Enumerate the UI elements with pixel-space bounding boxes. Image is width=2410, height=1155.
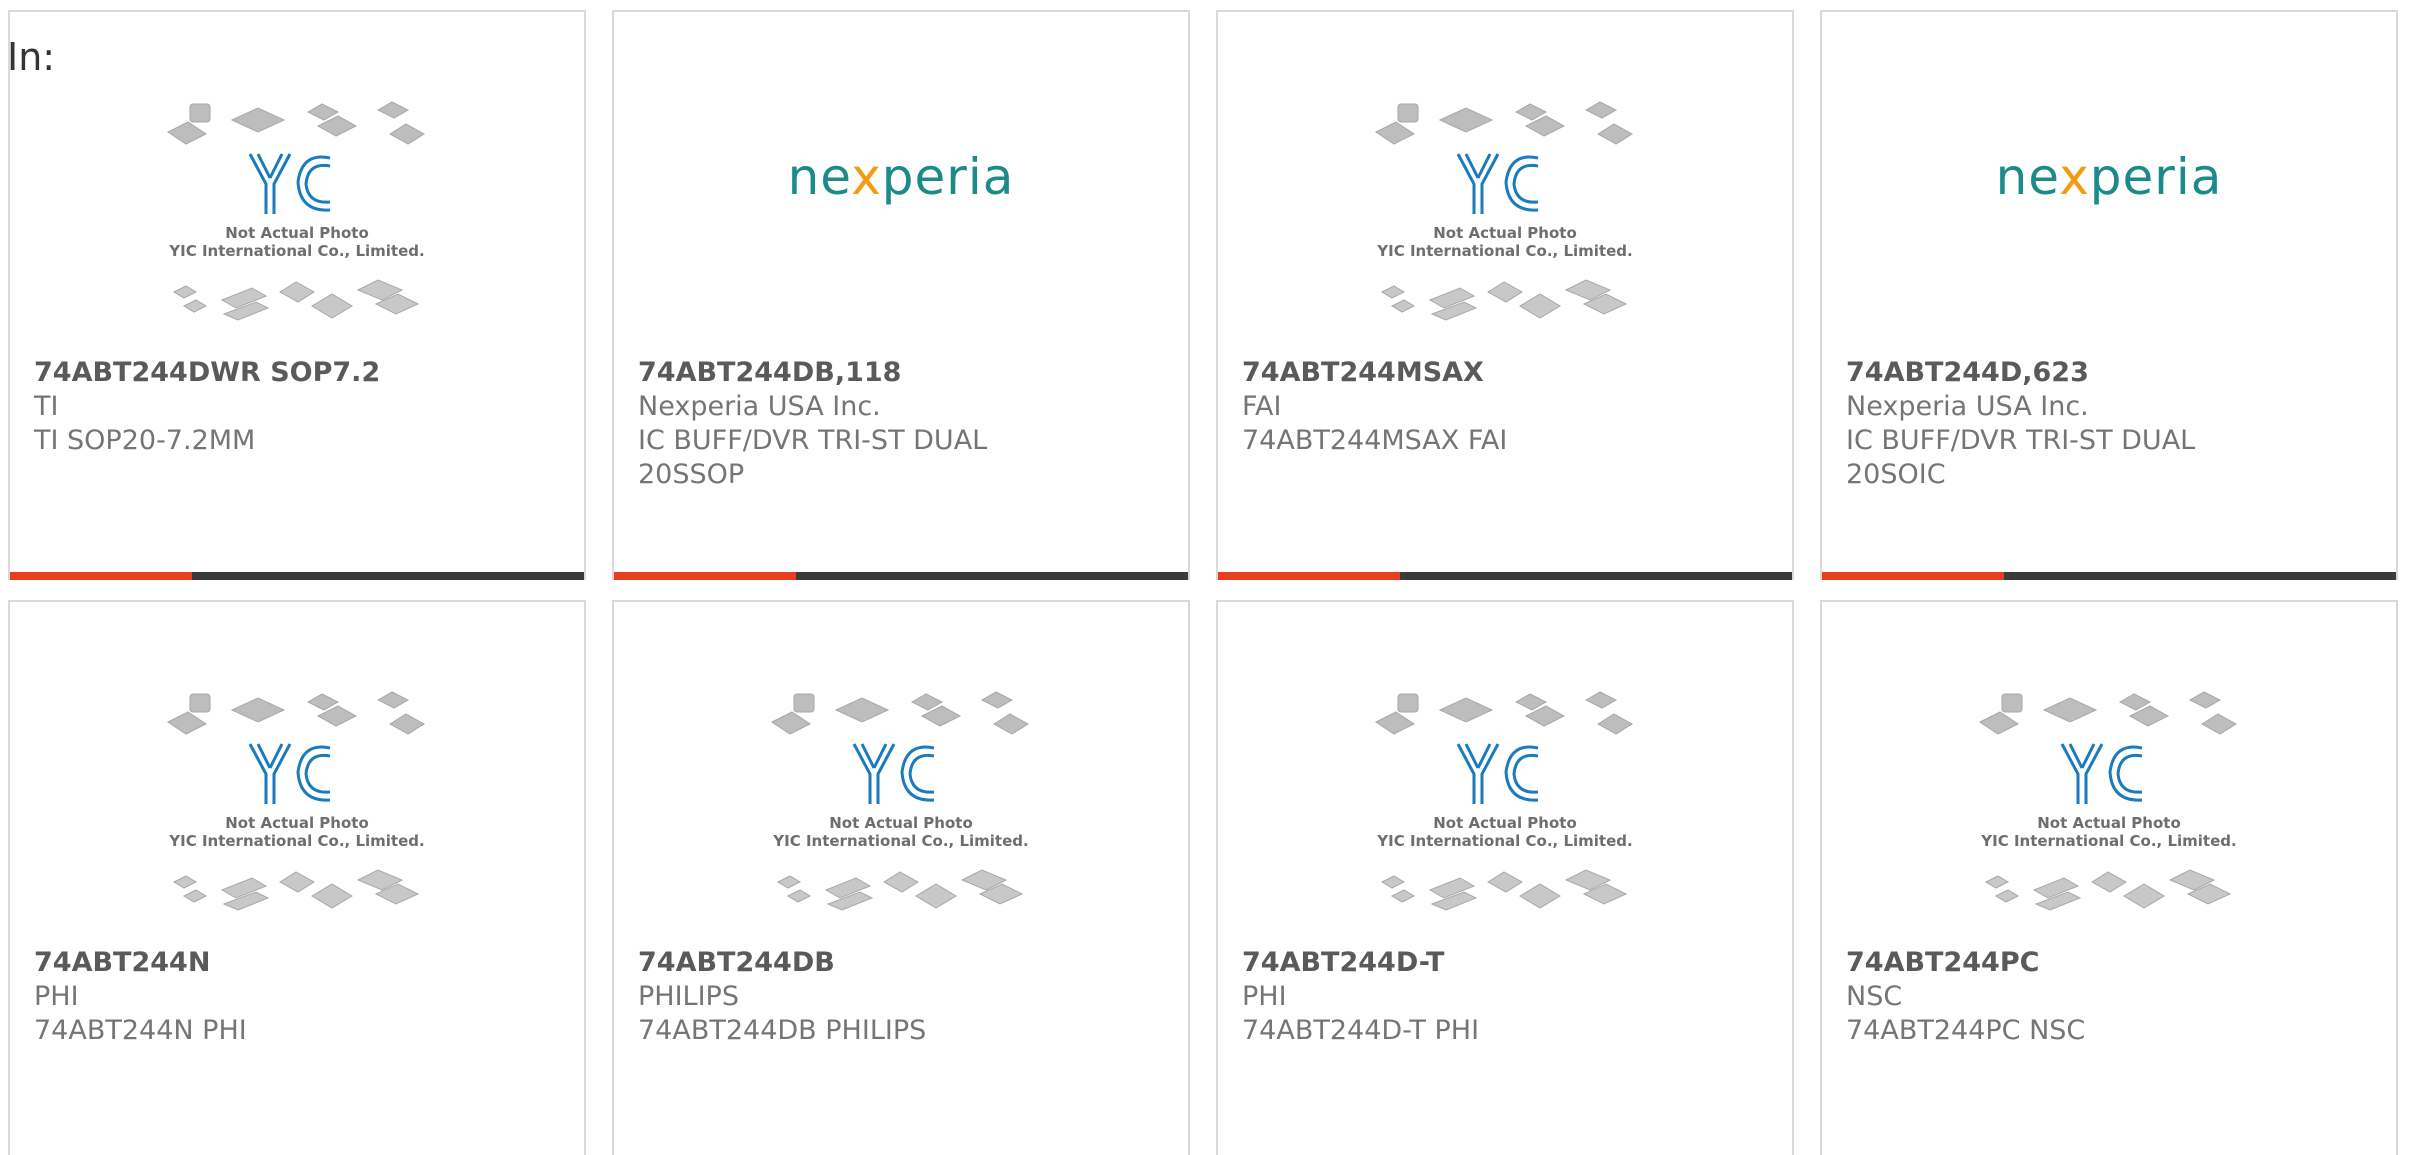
svg-text:YIC International Co., Limited: YIC International Co., Limited. bbox=[772, 832, 1028, 850]
product-description: 74ABT244PC NSC bbox=[1846, 1015, 2086, 1046]
product-name[interactable]: 74ABT244PC bbox=[1846, 946, 2372, 980]
product-manufacturer: Nexperia USA Inc. bbox=[638, 391, 881, 422]
product-name[interactable]: 74ABT244DB bbox=[638, 946, 1164, 980]
yic-placeholder-image: Not Actual Photo YIC International Co., … bbox=[167, 691, 425, 911]
card-bar-accent bbox=[10, 572, 192, 580]
product-image[interactable]: Not Actual Photo YIC International Co., … bbox=[10, 682, 584, 942]
card-bar-accent bbox=[614, 572, 796, 580]
product-card[interactable]: nexperia 74ABT244DB,118 Nexperia USA Inc.… bbox=[612, 10, 1190, 580]
product-image[interactable]: nexperia bbox=[614, 132, 1188, 392]
product-info: 74ABT244D-T PHI 74ABT244D-T PHI bbox=[1242, 946, 1768, 1048]
product-card[interactable]: Not Actual Photo YIC International Co., … bbox=[8, 600, 586, 1155]
yic-placeholder-image: Not Actual Photo YIC International Co., … bbox=[1979, 691, 2237, 911]
yic-placeholder-image: Not Actual Photo YIC International Co., … bbox=[1375, 691, 1633, 911]
product-description: 74ABT244MSAX FAI bbox=[1242, 425, 1508, 456]
yic-placeholder-image: Not Actual Photo YIC International Co., … bbox=[1375, 101, 1633, 321]
product-name[interactable]: 74ABT244MSAX bbox=[1242, 356, 1768, 390]
product-manufacturer: FAI bbox=[1242, 391, 1282, 422]
nexperia-logo-image: nexperia bbox=[1996, 148, 2223, 206]
svg-text:nexperia: nexperia bbox=[788, 148, 1015, 206]
product-description-cont: 20SOIC bbox=[1846, 459, 1946, 490]
yic-placeholder-image: Not Actual Photo YIC International Co., … bbox=[771, 691, 1029, 911]
product-image[interactable]: nexperia bbox=[1822, 132, 2396, 392]
card-bottom-bar bbox=[10, 572, 584, 580]
product-description: 74ABT244N PHI bbox=[34, 1015, 247, 1046]
product-image[interactable]: Not Actual Photo YIC International Co., … bbox=[1822, 682, 2396, 942]
svg-text:YIC International Co., Limited: YIC International Co., Limited. bbox=[168, 832, 424, 850]
svg-text:nexperia: nexperia bbox=[1996, 148, 2223, 206]
product-manufacturer: Nexperia USA Inc. bbox=[1846, 391, 2089, 422]
product-info: 74ABT244DB PHILIPS 74ABT244DB PHILIPS bbox=[638, 946, 1164, 1048]
card-bottom-bar bbox=[1218, 572, 1792, 580]
card-bottom-bar bbox=[614, 572, 1188, 580]
svg-text:YIC International Co., Limited: YIC International Co., Limited. bbox=[1376, 832, 1632, 850]
product-name[interactable]: 74ABT244DB,118 bbox=[638, 356, 1164, 390]
svg-text:Not Actual Photo: Not Actual Photo bbox=[1433, 814, 1577, 832]
product-card[interactable]: Not Actual Photo YIC International Co., … bbox=[612, 600, 1190, 1155]
product-description-cont: 20SSOP bbox=[638, 459, 745, 490]
product-description: 74ABT244DB PHILIPS bbox=[638, 1015, 927, 1046]
svg-text:YIC International Co., Limited: YIC International Co., Limited. bbox=[1376, 242, 1632, 260]
product-name[interactable]: 74ABT244N bbox=[34, 946, 560, 980]
product-name[interactable]: 74ABT244D-T bbox=[1242, 946, 1768, 980]
svg-text:YIC International Co., Limited: YIC International Co., Limited. bbox=[168, 242, 424, 260]
product-description: IC BUFF/DVR TRI-ST DUAL bbox=[1846, 425, 2196, 456]
product-manufacturer: PHI bbox=[34, 981, 79, 1012]
product-card[interactable]: Not Actual Photo YIC International Co., … bbox=[1216, 600, 1794, 1155]
svg-text:Not Actual Photo: Not Actual Photo bbox=[2037, 814, 2181, 832]
svg-text:YIC International Co., Limited: YIC International Co., Limited. bbox=[1980, 832, 2236, 850]
nexperia-logo-image: nexperia bbox=[788, 148, 1015, 206]
page-heading: In: bbox=[7, 35, 56, 79]
product-card[interactable]: Not Actual Photo YIC International Co., … bbox=[1216, 10, 1794, 580]
product-manufacturer: PHI bbox=[1242, 981, 1287, 1012]
product-info: 74ABT244PC NSC 74ABT244PC NSC bbox=[1846, 946, 2372, 1048]
product-card[interactable]: Not Actual Photo YIC International Co., … bbox=[8, 10, 586, 580]
product-description: TI SOP20-7.2MM bbox=[34, 425, 256, 456]
product-info: 74ABT244DWR SOP7.2 TI TI SOP20-7.2MM bbox=[34, 356, 560, 458]
product-name[interactable]: 74ABT244DWR SOP7.2 bbox=[34, 356, 560, 390]
product-manufacturer: NSC bbox=[1846, 981, 1903, 1012]
product-info: 74ABT244N PHI 74ABT244N PHI bbox=[34, 946, 560, 1048]
product-name[interactable]: 74ABT244D,623 bbox=[1846, 356, 2372, 390]
product-grid-page: In: Not Actual Photo YIC International C… bbox=[0, 0, 2410, 1155]
product-info: 74ABT244DB,118 Nexperia USA Inc. IC BUFF/D… bbox=[638, 356, 1164, 492]
product-info: 74ABT244MSAX FAI 74ABT244MSAX FAI bbox=[1242, 356, 1768, 458]
product-card[interactable]: nexperia 74ABT244D,623 Nexperia USA Inc. I… bbox=[1820, 10, 2398, 580]
svg-text:Not Actual Photo: Not Actual Photo bbox=[225, 224, 369, 242]
svg-text:Not Actual Photo: Not Actual Photo bbox=[829, 814, 973, 832]
product-info: 74ABT244D,623 Nexperia USA Inc. IC BUFF/DV… bbox=[1846, 356, 2372, 492]
product-image[interactable]: Not Actual Photo YIC International Co., … bbox=[1218, 92, 1792, 352]
yic-placeholder-image: Not Actual Photo YIC International Co., … bbox=[167, 101, 425, 321]
product-card[interactable]: Not Actual Photo YIC International Co., … bbox=[1820, 600, 2398, 1155]
card-bar-accent bbox=[1822, 572, 2004, 580]
card-bar-accent bbox=[1218, 572, 1400, 580]
product-description: 74ABT244D-T PHI bbox=[1242, 1015, 1480, 1046]
product-image[interactable]: Not Actual Photo YIC International Co., … bbox=[614, 682, 1188, 942]
product-image[interactable]: Not Actual Photo YIC International Co., … bbox=[1218, 682, 1792, 942]
product-manufacturer: TI bbox=[34, 391, 59, 422]
product-image[interactable]: Not Actual Photo YIC International Co., … bbox=[10, 92, 584, 352]
product-description: IC BUFF/DVR TRI-ST DUAL bbox=[638, 425, 988, 456]
product-manufacturer: PHILIPS bbox=[638, 981, 739, 1012]
card-bottom-bar bbox=[1822, 572, 2396, 580]
svg-text:Not Actual Photo: Not Actual Photo bbox=[225, 814, 369, 832]
svg-text:Not Actual Photo: Not Actual Photo bbox=[1433, 224, 1577, 242]
